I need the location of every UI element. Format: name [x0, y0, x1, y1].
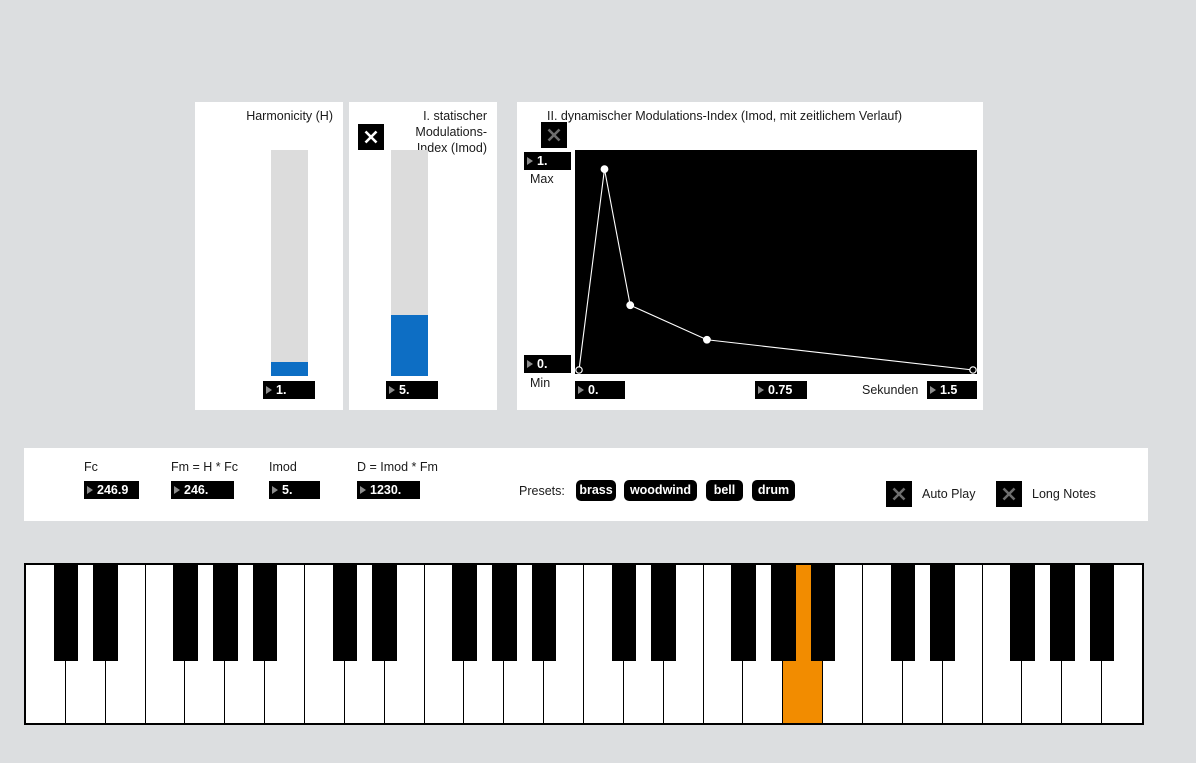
envelope-time-end-box[interactable]: 1.5 [927, 381, 977, 399]
preset-button-drum[interactable]: drum [752, 480, 795, 501]
envelope-max-box[interactable]: 1. [524, 152, 571, 170]
harmonicity-slider[interactable] [271, 150, 308, 376]
black-key-12[interactable] [531, 565, 557, 661]
presets-label: Presets: [519, 484, 565, 498]
x-icon [364, 130, 378, 144]
black-key-19[interactable] [810, 565, 836, 661]
imod-label: Imod [269, 460, 297, 474]
harmonicity-value: 1. [276, 383, 287, 397]
envelope-point-4[interactable] [969, 366, 977, 374]
black-key-3[interactable] [173, 565, 198, 661]
triangle-icon [758, 386, 764, 394]
triangle-icon [87, 486, 93, 494]
envelope-time-unit-label: Sekunden [862, 383, 919, 397]
triangle-icon [389, 386, 395, 394]
long-notes-checkbox-row[interactable]: Long Notes [996, 481, 1096, 507]
dynamic-imod-toggle[interactable] [541, 122, 567, 148]
long-notes-label: Long Notes [1032, 487, 1096, 501]
piano-keys [26, 565, 1142, 723]
envelope-time-mid-box[interactable]: 0.75 [755, 381, 807, 399]
auto-play-checkbox-row[interactable]: Auto Play [886, 481, 976, 507]
envelope-time-start-value: 0. [588, 383, 599, 397]
harmonicity-panel: Harmonicity (H) [195, 102, 343, 410]
envelope-max-label: Max [530, 172, 554, 186]
static-imod-value: 5. [399, 383, 410, 397]
envelope-graph[interactable] [575, 150, 977, 374]
envelope-time-mid-value: 0.75 [768, 383, 793, 397]
envelope-point-2[interactable] [626, 301, 635, 310]
black-key-18[interactable] [770, 565, 796, 661]
black-key-8[interactable] [372, 565, 398, 661]
envelope-points [575, 165, 977, 374]
envelope-max-value: 1. [537, 154, 548, 168]
black-key-25[interactable] [1049, 565, 1075, 661]
black-key-15[interactable] [651, 565, 677, 661]
x-icon [892, 487, 906, 501]
auto-play-checkbox[interactable] [886, 481, 912, 507]
triangle-icon [930, 386, 936, 394]
static-imod-toggle[interactable] [358, 124, 384, 150]
black-key-7[interactable] [332, 565, 358, 661]
preset-button-brass[interactable]: brass [576, 480, 616, 501]
envelope-point-3[interactable] [703, 335, 711, 344]
fc-label: Fc [84, 460, 98, 474]
envelope-min-label: Min [530, 376, 551, 390]
black-key-22[interactable] [930, 565, 956, 661]
piano-keyboard[interactable] [24, 563, 1144, 725]
preset-button-woodwind[interactable]: woodwind [624, 480, 697, 501]
envelope-time-start-box[interactable]: 0. [575, 381, 625, 399]
auto-play-label: Auto Play [922, 487, 976, 501]
d-value-box[interactable]: 1230. [357, 481, 420, 499]
harmonicity-title: Harmonicity (H) [246, 109, 333, 123]
envelope-min-value: 0. [537, 357, 548, 371]
black-key-10[interactable] [452, 565, 477, 661]
d-label: D = Imod * Fm [357, 460, 438, 474]
dynamic-imod-title: II. dynamischer Modulations-Index (Imod,… [547, 109, 902, 123]
envelope-point-0[interactable] [575, 366, 583, 374]
imod-value: 5. [282, 483, 293, 497]
envelope-point-1[interactable] [600, 165, 609, 174]
triangle-icon [272, 486, 278, 494]
fc-value: 246.9 [97, 483, 129, 497]
envelope-line [578, 169, 974, 371]
black-key-11[interactable] [491, 565, 517, 661]
triangle-icon [360, 486, 366, 494]
triangle-icon [527, 360, 533, 368]
black-key-21[interactable] [890, 565, 916, 661]
active-key-stem [795, 565, 811, 661]
static-imod-slider[interactable] [391, 150, 428, 376]
fc-value-box[interactable]: 246.9 [84, 481, 139, 499]
x-icon [1002, 487, 1016, 501]
black-key-0[interactable] [53, 565, 79, 661]
fm-value-box[interactable]: 246. [171, 481, 234, 499]
black-key-17[interactable] [731, 565, 756, 661]
triangle-icon [174, 486, 180, 494]
harmonicity-value-box[interactable]: 1. [263, 381, 315, 399]
imod-value-box[interactable]: 5. [269, 481, 320, 499]
black-key-4[interactable] [212, 565, 238, 661]
fm-label: Fm = H * Fc [171, 460, 239, 474]
black-key-14[interactable] [611, 565, 637, 661]
static-imod-slider-fill [391, 314, 428, 376]
triangle-icon [527, 157, 533, 165]
envelope-min-box[interactable]: 0. [524, 355, 571, 373]
black-key-5[interactable] [252, 565, 278, 661]
x-icon [547, 128, 561, 142]
black-key-26[interactable] [1089, 565, 1115, 661]
triangle-icon [266, 386, 272, 394]
long-notes-checkbox[interactable] [996, 481, 1022, 507]
black-key-24[interactable] [1010, 565, 1035, 661]
envelope-plot [575, 165, 977, 374]
fm-value: 246. [184, 483, 209, 497]
black-key-1[interactable] [93, 565, 119, 661]
d-value: 1230. [370, 483, 402, 497]
harmonicity-slider-fill [271, 362, 308, 376]
static-imod-value-box[interactable]: 5. [386, 381, 438, 399]
preset-button-bell[interactable]: bell [706, 480, 743, 501]
envelope-time-end-value: 1.5 [940, 383, 958, 397]
triangle-icon [578, 386, 584, 394]
